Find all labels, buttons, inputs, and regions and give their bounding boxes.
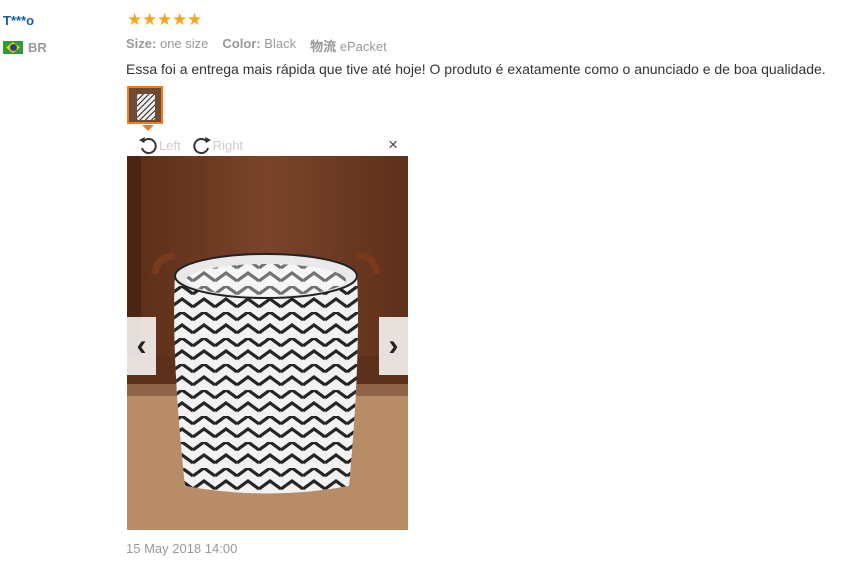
review-text: Essa foi a entrega mais rápida que tive …: [126, 61, 826, 77]
star-icon: ★: [187, 10, 203, 29]
rotate-left-button[interactable]: Left: [137, 134, 181, 156]
review-date: 15 May 2018 14:00: [126, 541, 238, 556]
rotate-left-icon: [139, 137, 157, 155]
next-image-button[interactable]: ›: [379, 317, 408, 375]
brazil-flag-icon: [3, 41, 23, 54]
review-photo-thumbnail[interactable]: [127, 86, 163, 124]
close-icon[interactable]: ×: [388, 136, 398, 153]
image-viewer: Left Right × ‹ ›: [127, 134, 408, 530]
reviewer-country: BR: [3, 40, 47, 55]
star-icon: ★: [172, 10, 188, 29]
laundry-basket-photo: [127, 156, 408, 530]
star-icon: ★: [127, 10, 143, 29]
viewer-toolbar: Left Right ×: [127, 134, 408, 156]
review-photo: ‹ ›: [127, 156, 408, 530]
attr-shipping: 物流 ePacket: [310, 39, 387, 54]
star-icon: ★: [157, 10, 173, 29]
thumbnail-selected-arrow: [142, 125, 154, 131]
attr-size: Size: one size: [126, 36, 209, 51]
star-rating: ★ ★ ★ ★ ★: [127, 11, 202, 29]
reviewer-name[interactable]: T***o: [3, 13, 34, 28]
previous-image-button[interactable]: ‹: [127, 317, 156, 375]
country-code: BR: [28, 40, 47, 55]
rotate-right-icon: [193, 137, 211, 155]
rotate-right-label: Right: [212, 137, 244, 153]
attr-color: Color: Black: [222, 36, 297, 51]
rotate-right-button[interactable]: Right: [191, 134, 243, 156]
star-icon: ★: [142, 10, 158, 29]
rotate-left-label: Left: [159, 137, 181, 153]
order-attributes: Size: one size Color: Black 物流 ePacket: [126, 36, 387, 55]
